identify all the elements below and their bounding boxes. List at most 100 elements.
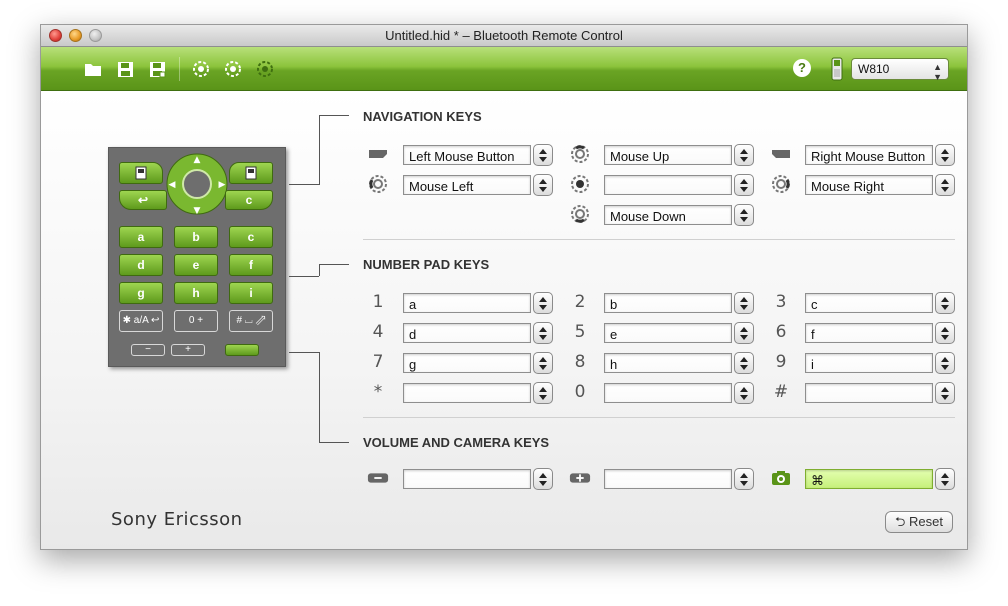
keypad-key[interactable]: h [174,282,218,304]
left-softkey[interactable] [119,162,163,184]
keypad-key[interactable]: i [229,282,273,304]
key-star-label: * [373,382,383,402]
key-hash-stepper[interactable] [935,382,955,404]
brand-logo: Sony Ericsson [111,509,243,530]
toolbar: ? W810 ▲ ▼ [41,47,967,91]
softkey-left-icon [367,143,389,165]
key-0-field[interactable] [604,383,732,403]
key-4-stepper[interactable] [533,322,553,344]
volume-up-field[interactable] [604,469,732,489]
keypad-key[interactable]: e [174,254,218,276]
connector-line [289,184,319,185]
clear-key[interactable]: c [225,190,273,210]
main-content: ▲ ▼ ◀ ▶ ↩ c a b c d e f g h i ✱ a/A ↩ 0 … [41,91,967,549]
key-7-stepper[interactable] [533,352,553,374]
key-3-field[interactable]: c [805,293,933,313]
right-softkey-stepper[interactable] [935,144,955,166]
keypad-key[interactable]: d [119,254,163,276]
key-0-stepper[interactable] [734,382,754,404]
volume-down-stepper[interactable] [533,468,553,490]
key-9-stepper[interactable] [935,352,955,374]
volume-up-stepper[interactable] [734,468,754,490]
right-softkey[interactable] [229,162,273,184]
nav-right-field[interactable]: Mouse Right [805,175,933,195]
save-as-button[interactable] [147,59,167,79]
key-2-field[interactable]: b [604,293,732,313]
key-6-stepper[interactable] [935,322,955,344]
navigation-pad[interactable]: ▲ ▼ ◀ ▶ [165,152,229,216]
camera-stepper[interactable] [935,468,955,490]
nav-center-field[interactable] [604,175,732,195]
key-star-stepper[interactable] [533,382,553,404]
reset-button[interactable]: ⮌ Reset [885,511,953,533]
nav-right-icon [770,173,792,195]
camera-field[interactable]: ⌘ [805,469,933,489]
keypad-key[interactable]: g [119,282,163,304]
right-softkey-field[interactable]: Right Mouse Button [805,145,933,165]
phone-model-value: W810 [858,62,890,76]
nav-left-field[interactable]: Mouse Left [403,175,531,195]
connector-line [319,264,349,265]
phone-model-select[interactable]: W810 ▲ ▼ [851,58,949,82]
connector-line [319,442,349,443]
key-2-stepper[interactable] [734,292,754,314]
nav-down-field[interactable]: Mouse Down [604,205,732,225]
key-9-label: 9 [775,352,787,372]
toolbar-separator [179,57,180,81]
connect-button[interactable] [191,59,211,79]
back-key[interactable]: ↩ [119,190,167,210]
disconnect-button[interactable] [255,59,275,79]
help-button[interactable]: ? [793,59,811,77]
keypad-key[interactable]: c [229,226,273,248]
nav-center-icon [569,173,591,195]
camera-icon [770,467,792,489]
zero-key[interactable]: 0 + [174,310,218,332]
save-button[interactable] [115,59,135,79]
key-5-label: 5 [574,322,586,342]
save-as-icon [149,61,165,77]
key-7-field[interactable]: g [403,353,531,373]
nav-down-icon [569,203,591,225]
nav-down-stepper[interactable] [734,204,754,226]
nav-up-field[interactable]: Mouse Up [604,145,732,165]
key-hash-field[interactable] [805,383,933,403]
svg-text:▼: ▼ [194,206,201,216]
nav-left-icon [367,173,389,195]
nav-left-stepper[interactable] [533,174,553,196]
connector-line [319,115,320,185]
nav-right-stepper[interactable] [935,174,955,196]
key-5-stepper[interactable] [734,322,754,344]
left-softkey-field[interactable]: Left Mouse Button [403,145,531,165]
hash-key[interactable]: # ⌴ ⇗ [229,310,273,332]
key-6-field[interactable]: f [805,323,933,343]
nav-center-stepper[interactable] [734,174,754,196]
key-8-field[interactable]: h [604,353,732,373]
section-divider [363,239,955,240]
key-4-field[interactable]: d [403,323,531,343]
refresh-button[interactable] [223,59,243,79]
open-button[interactable] [83,59,103,79]
key-7-label: 7 [372,352,384,372]
save-icon [117,61,133,77]
connector-line [289,276,319,277]
key-1-field[interactable]: a [403,293,531,313]
key-star-field[interactable] [403,383,531,403]
key-5-field[interactable]: e [604,323,732,343]
volume-up-key[interactable]: + [171,344,205,356]
key-8-stepper[interactable] [734,352,754,374]
camera-key[interactable] [225,344,259,356]
key-3-stepper[interactable] [935,292,955,314]
key-9-field[interactable]: i [805,353,933,373]
left-softkey-stepper[interactable] [533,144,553,166]
key-1-stepper[interactable] [533,292,553,314]
star-key[interactable]: ✱ a/A ↩ [119,310,163,332]
key-6-label: 6 [775,322,787,342]
volume-camera-keys-title: VOLUME AND CAMERA KEYS [363,435,550,450]
keypad-key[interactable]: b [174,226,218,248]
volume-down-field[interactable] [403,469,531,489]
nav-up-stepper[interactable] [734,144,754,166]
keypad-key[interactable]: a [119,226,163,248]
keypad-key[interactable]: f [229,254,273,276]
volume-down-key[interactable]: − [131,344,165,356]
navigation-keys-title: NAVIGATION KEYS [363,109,482,124]
